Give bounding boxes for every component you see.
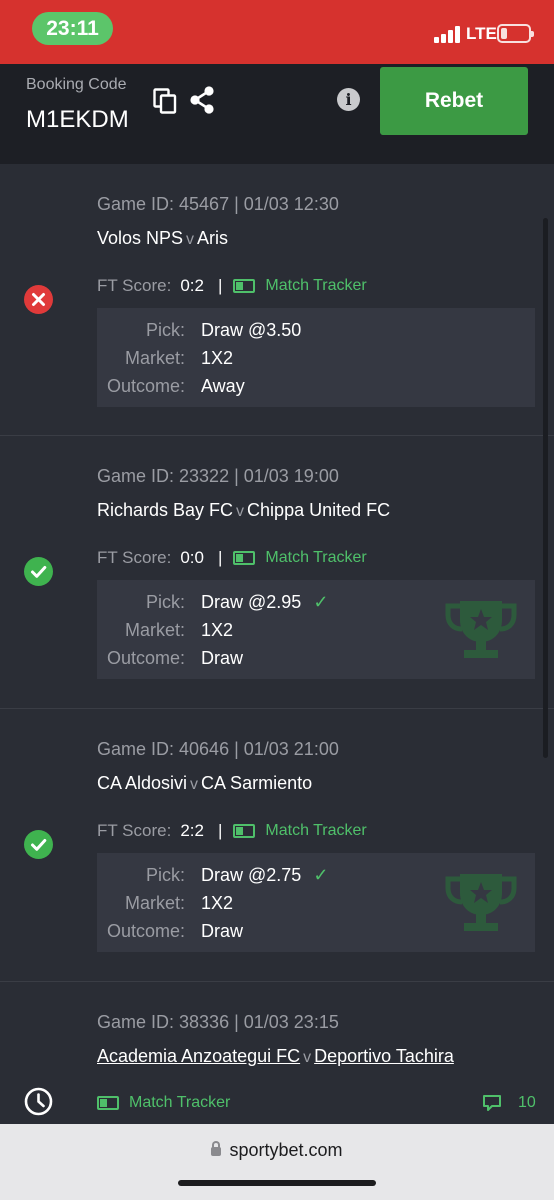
match-tracker-link[interactable]: Match Tracker: [265, 277, 366, 295]
share-icon[interactable]: [189, 86, 215, 114]
versus-label: v: [303, 1049, 312, 1066]
match-tracker-icon[interactable]: [233, 279, 256, 293]
outcome-label: Outcome:: [106, 648, 185, 668]
won-icon: [24, 830, 53, 859]
pick-value: Draw @2.95: [201, 592, 302, 612]
match-tracker-icon[interactable]: [233, 551, 256, 565]
url-text: sportybet.com: [229, 1140, 343, 1160]
match-tracker-link[interactable]: Match Tracker: [129, 1094, 230, 1112]
booking-code-label: Booking Code: [26, 76, 127, 93]
match-tracker-icon[interactable]: [97, 1096, 119, 1110]
game-id: Game ID: 45467 | 01/03 12:30: [97, 194, 339, 214]
lock-icon: [211, 1141, 222, 1156]
market-value: 1X2: [201, 348, 234, 368]
score-line: FT Score: 2:2 | Match Tracker: [97, 821, 367, 841]
outcome-label: Outcome:: [106, 376, 185, 396]
separator: |: [217, 821, 223, 840]
comment-icon: [483, 1095, 501, 1111]
rebet-button[interactable]: Rebet: [380, 67, 528, 135]
lost-icon: [24, 285, 53, 314]
versus-label: v: [236, 503, 245, 520]
scrollbar[interactable]: [543, 218, 548, 758]
browser-bar: sportybet.com: [0, 1124, 554, 1200]
status-bar: 23:11 LTE: [0, 0, 554, 64]
network-type: LTE: [466, 24, 497, 43]
separator: |: [217, 276, 223, 295]
home-team: Richards Bay FC: [97, 500, 234, 520]
home-indicator[interactable]: [178, 1180, 376, 1186]
ft-score: 2:2: [180, 821, 204, 840]
away-team: CA Sarmiento: [201, 773, 313, 793]
match-teams: CA Aldosivi v CA Sarmiento: [97, 773, 312, 794]
status-time: 23:11: [32, 12, 113, 45]
game-id: Game ID: 23322 | 01/03 19:00: [97, 466, 339, 486]
booking-header: Booking Code M1EKDM i Rebet: [0, 64, 554, 164]
market-label: Market:: [124, 893, 185, 913]
trophy-icon: [445, 874, 517, 931]
match-tracker-link[interactable]: Match Tracker: [265, 822, 366, 840]
comments-button[interactable]: 10: [482, 1094, 536, 1112]
versus-label: v: [190, 776, 199, 793]
copy-icon[interactable]: [153, 88, 177, 114]
address-bar[interactable]: sportybet.com: [0, 1140, 554, 1161]
comment-count: 10: [518, 1094, 536, 1111]
score-line: FT Score: 0:2 | Match Tracker: [97, 276, 367, 296]
versus-label: v: [186, 231, 195, 248]
ft-score-label: FT Score:: [97, 821, 172, 840]
pick-label: Pick:: [145, 592, 185, 612]
match-teams: Richards Bay FC v Chippa United FC: [97, 500, 390, 521]
pick-value: Draw @3.50: [201, 320, 302, 340]
check-icon: ✓: [313, 592, 329, 612]
bet-row: Game ID: 45467 | 01/03 12:30 Volos NPS v A…: [0, 164, 554, 436]
signal-icon: [434, 25, 462, 43]
pick-label: Pick:: [145, 865, 185, 885]
pick-details: Pick: Draw @2.95 ✓ Market: 1X2 Outcome: Draw: [97, 580, 535, 679]
away-team[interactable]: Deportivo Tachira: [314, 1046, 454, 1066]
game-id: Game ID: 38336 | 01/03 23:15: [97, 1012, 339, 1032]
outcome-value: Draw: [201, 921, 244, 941]
outcome-value: Away: [201, 376, 245, 396]
home-team: CA Aldosivi: [97, 773, 188, 793]
away-team: Aris: [197, 228, 229, 248]
match-tracker-line: Match Tracker: [97, 1094, 230, 1112]
won-icon: [24, 557, 53, 586]
market-value: 1X2: [201, 620, 234, 640]
ft-score-label: FT Score:: [97, 548, 172, 567]
market-label: Market:: [124, 620, 185, 640]
match-teams[interactable]: Academia Anzoategui FC v Deportivo Tachira: [97, 1046, 454, 1067]
game-id: Game ID: 40646 | 01/03 21:00: [97, 739, 339, 759]
match-teams: Volos NPS v Aris: [97, 228, 228, 249]
match-tracker-icon[interactable]: [233, 824, 256, 838]
pick-label: Pick:: [145, 320, 185, 340]
booking-code: M1EKDM: [26, 106, 129, 133]
market-label: Market:: [124, 348, 185, 368]
score-line: FT Score: 0:0 | Match Tracker: [97, 548, 367, 568]
bet-row: Game ID: 38336 | 01/03 23:15 Academia An…: [0, 982, 554, 1132]
check-icon: ✓: [313, 865, 329, 885]
battery-icon: [497, 24, 534, 43]
home-team: Volos NPS: [97, 228, 184, 248]
ft-score: 0:2: [180, 276, 204, 295]
home-team[interactable]: Academia Anzoategui FC: [97, 1046, 300, 1066]
pick-details: Pick: Draw @3.50 Market: 1X2 Outcome: Away: [97, 308, 535, 407]
ft-score-label: FT Score:: [97, 276, 172, 295]
away-team: Chippa United FC: [247, 500, 391, 520]
outcome-value: Draw: [201, 648, 244, 668]
separator: |: [217, 548, 223, 567]
bet-row: Game ID: 23322 | 01/03 19:00 Richards Ba…: [0, 436, 554, 709]
trophy-icon: [445, 601, 517, 658]
market-value: 1X2: [201, 893, 234, 913]
ft-score: 0:0: [180, 548, 204, 567]
outcome-label: Outcome:: [106, 921, 185, 941]
pick-value: Draw @2.75: [201, 865, 302, 885]
info-icon[interactable]: i: [337, 88, 360, 111]
bet-row: Game ID: 40646 | 01/03 21:00 CA Aldosivi…: [0, 709, 554, 982]
pick-details: Pick: Draw @2.75 ✓ Market: 1X2 Outcome: Draw: [97, 853, 535, 952]
match-tracker-link[interactable]: Match Tracker: [265, 549, 366, 567]
clock-icon: [24, 1087, 53, 1116]
